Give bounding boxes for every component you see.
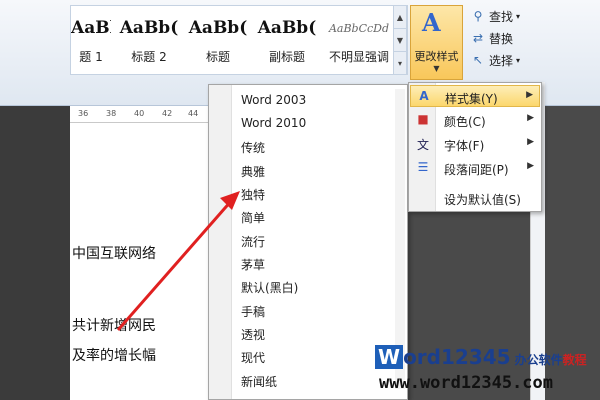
watermark-brand: Word12345 办公软件教程 — [375, 345, 587, 369]
arrow-head — [220, 191, 240, 210]
annotation-arrow — [116, 191, 240, 331]
watermark: Word12345 办公软件教程 www.word12345.com — [373, 345, 600, 400]
watermark-url: www.word12345.com — [379, 373, 553, 393]
arrow-line — [116, 199, 234, 331]
